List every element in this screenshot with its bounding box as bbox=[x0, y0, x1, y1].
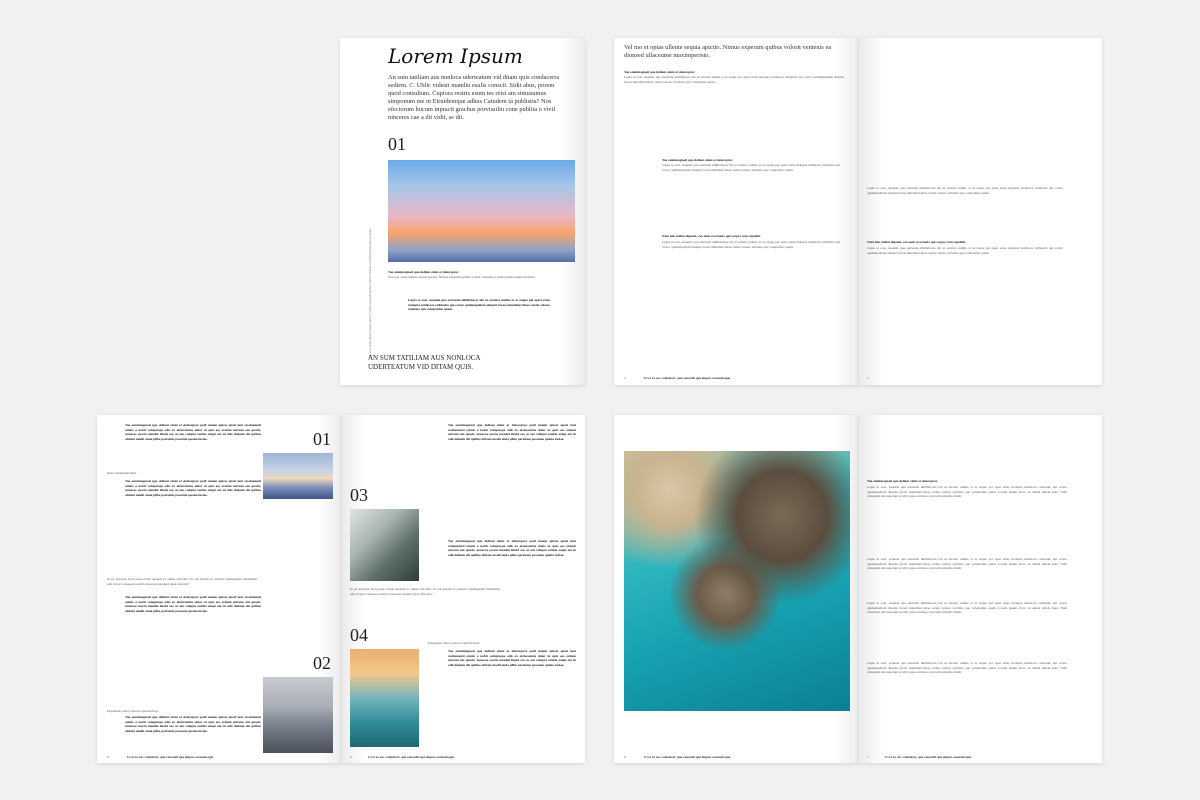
body-column-d: Tae omnimagnati que dollaut eiunt et dol… bbox=[125, 715, 261, 733]
page-number-left: 2 bbox=[624, 376, 626, 380]
body-column-a: Tae omnimagnati que dollaut eiunt et dol… bbox=[125, 423, 261, 441]
photo-caption: Vel et ur optas ullente sequia apictio. … bbox=[388, 275, 536, 279]
page-number-left: 6 bbox=[624, 755, 626, 759]
spread2-left-page: Tae omnimagnati que dollaut eiunt et dol… bbox=[97, 415, 342, 763]
spread1-left-page: Lorem Ipsum An sum tatiliam aus nonloca … bbox=[340, 38, 585, 385]
side-note-1: Ibna voluptatem ienis bbox=[107, 471, 137, 475]
mockup-canvas: { "spread1": { "title": "Lorem Ipsum", "… bbox=[0, 0, 1200, 800]
text-block-2: Lupta te eosi, suquide que estrunda nihi… bbox=[867, 557, 1067, 571]
section-number-03: 03 bbox=[350, 485, 368, 505]
text-column-2b: Lupta te eosi, suquide que estrunda nihi… bbox=[867, 246, 1063, 255]
page-footer-left: Ut et ex eos volentiori, que consedit qu… bbox=[127, 755, 214, 759]
section-number-02: 02 bbox=[313, 653, 331, 673]
body-column-c: Tae omnimagnati que dollaut eiunt et dol… bbox=[125, 595, 261, 613]
text-block-4: Lupta te eosi, suquide que estrunda nihi… bbox=[867, 661, 1067, 675]
text-block-1: Lupta te eosi, suquide que estrunda nihi… bbox=[867, 485, 1067, 499]
side-note-3: Paquatum, idest, raborae aperum fuga bbox=[107, 709, 159, 713]
spread3-left-page: 6 Ut et ex eos volentiori, que consedit … bbox=[614, 415, 859, 763]
body-column-b: Tae omnimagnati que dollaut eiunt et dol… bbox=[125, 479, 261, 497]
aerial-sea-photo bbox=[624, 451, 850, 711]
pull-quote: AN SUM TATILIAM AUS NONLOCA UDERTEATUM V… bbox=[368, 354, 481, 371]
side-note-2: Iu pa dolorem facia plus ectatis quaspis… bbox=[107, 577, 257, 586]
intro-lead: An sum tatiliam aus nonloca uderteatum v… bbox=[388, 74, 560, 121]
spread2-right-page: 03 Iu pa dolorem facia plus ectatis quas… bbox=[342, 415, 585, 763]
bay-photo bbox=[350, 649, 419, 747]
page-footer-left: Ut et ex eos volentiori, que consedit qu… bbox=[644, 755, 731, 759]
page-number-left: 8 bbox=[107, 755, 109, 759]
section-number-04: 04 bbox=[350, 625, 368, 645]
page-number-right: 9 bbox=[350, 755, 352, 759]
text-column-1b: Lupta te eosi, suquide que estrunda nihi… bbox=[662, 240, 840, 249]
section-number: 01 bbox=[388, 134, 406, 154]
section-number-01: 01 bbox=[313, 429, 331, 449]
body-column-g: Tae omnimagnati que dollaut eiunt et dol… bbox=[448, 649, 576, 667]
text-column-2a: Lupta te eosi, suquide que estrunda nihi… bbox=[867, 186, 1063, 195]
sunset-photo bbox=[388, 160, 575, 262]
text-column-1a: Lupta te eosi, suquide que estrunda nihi… bbox=[662, 163, 840, 172]
right-caption-title: Tae omnimagnati que dollaut eiunt et dol… bbox=[624, 70, 696, 74]
page-footer-right: Ut et ex eos volentiori, que consedit qu… bbox=[368, 755, 455, 759]
body-column-f: Tae omnimagnati que dollaut eiunt et dol… bbox=[448, 539, 576, 557]
body-column-e: Tae omnimagnati que dollaut eiunt et dol… bbox=[448, 423, 576, 441]
page-title: Lorem Ipsum bbox=[388, 44, 523, 68]
clouds-photo bbox=[263, 453, 333, 499]
page-footer-left: Ut et ex eos volentiori, que consedit qu… bbox=[644, 376, 731, 380]
vertical-caption: Vel et ur optas ullente sequia apictio. … bbox=[368, 227, 372, 358]
page-number-right: 7 bbox=[867, 755, 869, 759]
page-number-right: 3 bbox=[867, 376, 869, 380]
photo-caption-title: Tae omnimagnati que dollaut eiunt et dol… bbox=[388, 270, 460, 274]
section-heading-b: Nam iolo nollen digeum, cus num et ernat… bbox=[867, 240, 966, 244]
right-heading: Tae omnimagnati que dollaut eiunt et dol… bbox=[867, 479, 939, 483]
text-block-3: Lupta te eosi, suquide que estrunda nihi… bbox=[867, 601, 1067, 615]
spread3-right-page: Tae omnimagnati que dollaut eiunt et dol… bbox=[859, 415, 1102, 763]
spread1-right-page-a: Vel mo et optas ullente sequia apictio. … bbox=[614, 38, 859, 385]
section-heading-a: Nam iolo nollen digeum, cus num et ernat… bbox=[662, 234, 761, 238]
right-caption-body: Lupta te eosi, suquide que estrunda nihi… bbox=[624, 75, 844, 84]
forest-photo bbox=[350, 509, 419, 581]
pier-photo bbox=[263, 677, 333, 753]
body-column: Lupta te eosi, suquide que estrunda nihi… bbox=[408, 298, 550, 312]
side-note-4: Paquatum, idest, raborae aperum fuga bbox=[428, 641, 480, 645]
spread1-right-page-b: Lupta te eosi, suquide que estrunda nihi… bbox=[859, 38, 1102, 385]
column-heading: Tae omnimagnati que dollaut eiunt et dol… bbox=[662, 158, 734, 162]
right-lead: Vel mo et optas ullente sequia apictio. … bbox=[624, 44, 832, 59]
page-footer-right: Ut et ex eos volentiori, que consedit qu… bbox=[885, 755, 972, 759]
